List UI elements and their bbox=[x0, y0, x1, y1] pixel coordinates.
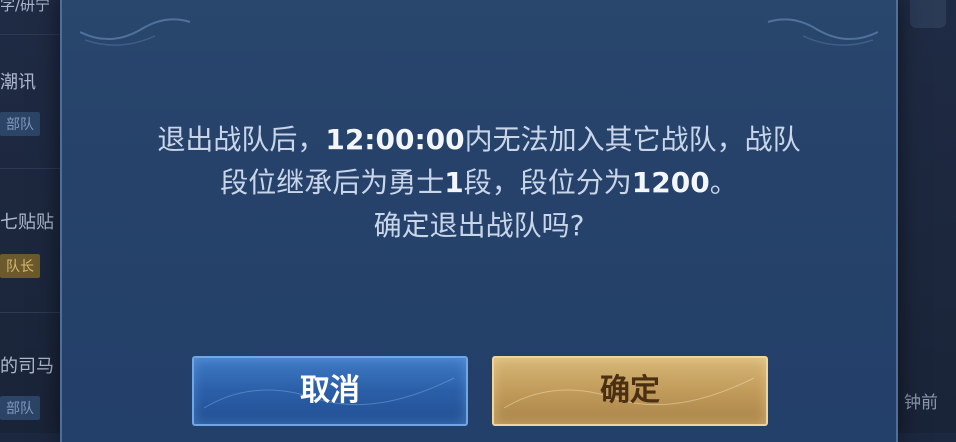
role-tag: 部队 bbox=[0, 112, 40, 136]
list-item-name: 的司马 bbox=[0, 356, 54, 377]
dialog-message: 退出战队后，12:00:00内无法加入其它战队，战队 段位继承后为勇士1段，段位… bbox=[62, 118, 896, 247]
cancel-button[interactable]: 取消 bbox=[192, 356, 468, 426]
confirm-button[interactable]: 确定 bbox=[492, 356, 768, 426]
cooldown-timer: 12:00:00 bbox=[325, 123, 465, 156]
cloud-ornament-icon bbox=[80, 18, 191, 46]
message-text: 退出战队后， bbox=[157, 123, 326, 156]
corner-icon bbox=[910, 0, 946, 28]
message-text: 段，段位分为 bbox=[463, 166, 632, 199]
list-item-name: 字/研宁 bbox=[0, 0, 51, 14]
cancel-button-label: 取消 bbox=[300, 373, 360, 408]
message-text: 内无法加入其它战队，战队 bbox=[464, 123, 801, 156]
rank-score: 1200 bbox=[631, 166, 710, 199]
list-item-name: 七贴贴 bbox=[0, 212, 54, 233]
timestamp-text: 钟前 bbox=[904, 393, 938, 413]
message-text: 段位继承后为勇士 bbox=[220, 166, 445, 199]
message-text: 。 bbox=[709, 166, 738, 199]
quit-team-dialog: 退出战队后，12:00:00内无法加入其它战队，战队 段位继承后为勇士1段，段位… bbox=[60, 0, 898, 442]
list-item-name: 潮讯 bbox=[0, 72, 36, 93]
message-line-3: 确定退出战队吗? bbox=[373, 209, 585, 242]
message-line-1: 退出战队后，12:00:00内无法加入其它战队，战队 bbox=[62, 118, 896, 161]
role-tag: 队长 bbox=[0, 254, 40, 278]
rank-level: 1 bbox=[444, 166, 464, 199]
role-tag: 部队 bbox=[0, 396, 40, 420]
message-line-2: 段位继承后为勇士1段，段位分为1200。 bbox=[62, 161, 896, 204]
confirm-button-label: 确定 bbox=[600, 373, 660, 408]
cloud-ornament-icon bbox=[767, 18, 878, 46]
